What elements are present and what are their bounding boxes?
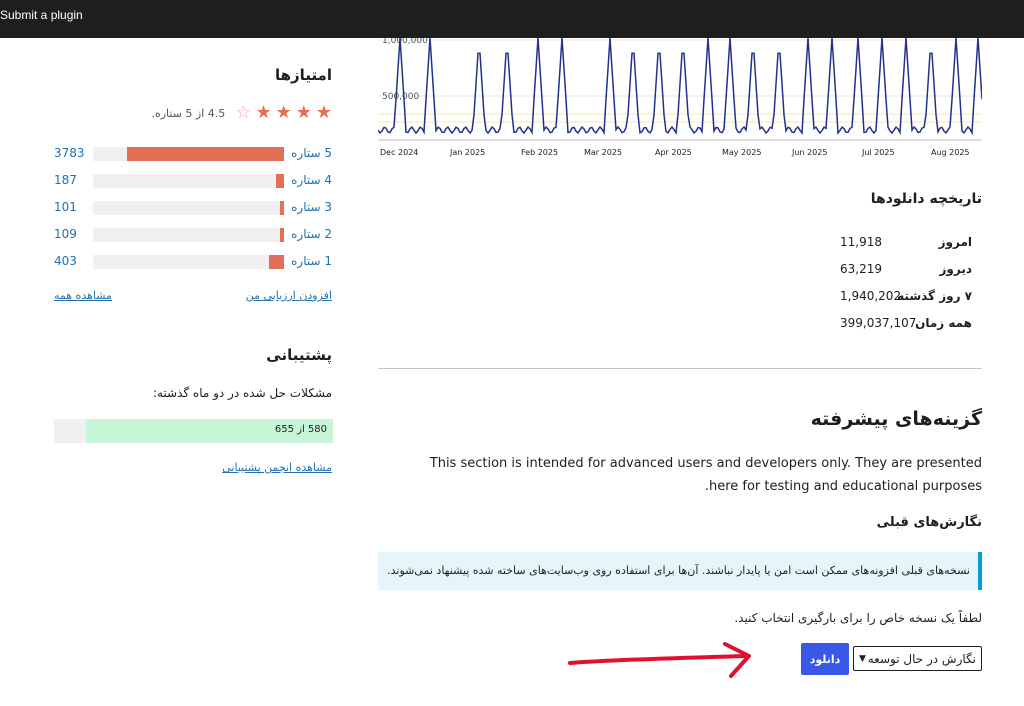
chart-series-line bbox=[378, 38, 982, 136]
see-all-reviews-link[interactable]: مشاهده همه bbox=[54, 289, 112, 302]
download-stat-value: 399,037,107 bbox=[840, 316, 917, 330]
rating-bar bbox=[93, 201, 284, 215]
previous-versions-notice: نسخه‌های قبلی افزونه‌های ممکن است امن یا… bbox=[378, 552, 982, 590]
rating-row[interactable]: 187 4 ستاره bbox=[54, 173, 334, 189]
download-stat-value: 63,219 bbox=[840, 262, 882, 276]
chart-x-tick-label: Jul 2025 bbox=[862, 148, 895, 157]
star-icon: ★ bbox=[255, 102, 272, 123]
rating-row[interactable]: 403 1 ستاره bbox=[54, 254, 334, 270]
star-icon: ★ bbox=[275, 102, 292, 123]
rating-bar-fill bbox=[276, 174, 284, 188]
chart-y-tick-label: 500,000 bbox=[382, 92, 419, 102]
chart-x-tick-label: Dec 2024 bbox=[380, 148, 419, 157]
download-stat-value: 1,940,202 bbox=[840, 289, 902, 303]
advanced-options-title: گزینه‌های پیشرفته bbox=[810, 408, 982, 430]
resolved-issues-bar: 580 از 655 bbox=[54, 419, 333, 443]
download-stat-label: همه زمان bbox=[915, 316, 972, 330]
rating-label[interactable]: 2 ستاره bbox=[291, 227, 332, 241]
rating-bar-fill bbox=[127, 147, 284, 161]
version-select[interactable]: نگارش در حال توسعه ▼ bbox=[853, 646, 982, 671]
support-forum-link[interactable]: مشاهده انجمن پشتیبانی bbox=[222, 461, 332, 474]
section-divider bbox=[378, 368, 982, 369]
downloads-chart: 1,000,000 500,000 bbox=[378, 38, 982, 141]
rating-bar bbox=[93, 228, 284, 242]
rating-bar bbox=[93, 147, 284, 161]
rating-count[interactable]: 403 bbox=[54, 254, 77, 268]
rating-bar-fill bbox=[268, 255, 284, 269]
ratings-title: امتیازها bbox=[275, 66, 332, 84]
half-star-icon: ☆ bbox=[235, 102, 252, 123]
rating-label[interactable]: 5 ستاره bbox=[291, 146, 332, 160]
chart-x-tick-label: Mar 2025 bbox=[584, 148, 622, 157]
support-subtitle: مشکلات حل شده در دو ماه گذشته: bbox=[152, 386, 332, 400]
admin-top-bar: Submit a plugin bbox=[0, 0, 1024, 38]
average-rating-text: 4.5 از 5 ستاره. bbox=[151, 106, 226, 120]
previous-versions-title: نگارش‌های قبلی bbox=[876, 515, 982, 530]
advanced-description: This section is intended for advanced us… bbox=[429, 456, 982, 494]
chart-x-tick-label: Feb 2025 bbox=[521, 148, 559, 157]
chart-x-tick-label: Aug 2025 bbox=[931, 148, 970, 157]
sidebar: امتیازها ★ ★ ★ ★ ☆ 4.5 از 5 ستاره. 3783 5… bbox=[0, 38, 360, 706]
download-button[interactable]: دانلود bbox=[801, 643, 849, 675]
rating-bar bbox=[93, 174, 284, 188]
download-stat-label: امروز bbox=[938, 235, 972, 249]
download-stat-label: دیروز bbox=[939, 262, 973, 276]
selected-version: نگارش در حال توسعه bbox=[867, 651, 976, 666]
chart-y-tick-label: 1,000,000 bbox=[382, 38, 428, 46]
red-arrow-annotation bbox=[568, 642, 751, 678]
notice-text: نسخه‌های قبلی افزونه‌های ممکن است امن یا… bbox=[387, 564, 970, 577]
star-icon: ★ bbox=[295, 102, 312, 123]
download-history-title: تاریخچه دانلودها bbox=[870, 191, 982, 207]
download-stat-value: 11,918 bbox=[840, 235, 882, 249]
rating-count[interactable]: 109 bbox=[54, 227, 77, 241]
star-rating: ★ ★ ★ ★ ☆ 4.5 از 5 ستاره. bbox=[151, 104, 332, 122]
rating-row[interactable]: 101 3 ستاره bbox=[54, 200, 334, 216]
rating-count[interactable]: 101 bbox=[54, 200, 77, 214]
rating-row[interactable]: 3783 5 ستاره bbox=[54, 146, 334, 162]
rating-count[interactable]: 3783 bbox=[54, 146, 85, 160]
chart-x-tick-label: Apr 2025 bbox=[655, 148, 692, 157]
resolved-issues-text: 580 از 655 bbox=[274, 424, 327, 435]
chart-x-tick-label: May 2025 bbox=[722, 148, 762, 157]
rating-count[interactable]: 187 bbox=[54, 173, 77, 187]
rating-label[interactable]: 1 ستاره bbox=[291, 254, 332, 268]
star-icon: ★ bbox=[315, 102, 332, 123]
submit-plugin-link[interactable]: Submit a plugin bbox=[0, 8, 83, 22]
download-stat-label: ۷ روز گذشته bbox=[897, 289, 972, 303]
rating-row[interactable]: 109 2 ستاره bbox=[54, 227, 334, 243]
choose-version-text: لطفاً یک نسخه خاص را برای بارگیری انتخاب… bbox=[734, 611, 982, 625]
support-title: پشتیبانی bbox=[266, 346, 332, 364]
rating-bar bbox=[93, 255, 284, 269]
rating-bar-fill bbox=[280, 228, 284, 242]
chart-x-tick-label: Jun 2025 bbox=[792, 148, 828, 157]
chart-x-tick-label: Jan 2025 bbox=[450, 148, 486, 157]
rating-label[interactable]: 3 ستاره bbox=[291, 200, 332, 214]
add-review-link[interactable]: افزودن ارزیابی من bbox=[246, 289, 332, 302]
chevron-down-icon: ▼ bbox=[859, 653, 866, 664]
rating-bar-fill bbox=[280, 201, 284, 215]
rating-label[interactable]: 4 ستاره bbox=[291, 173, 332, 187]
